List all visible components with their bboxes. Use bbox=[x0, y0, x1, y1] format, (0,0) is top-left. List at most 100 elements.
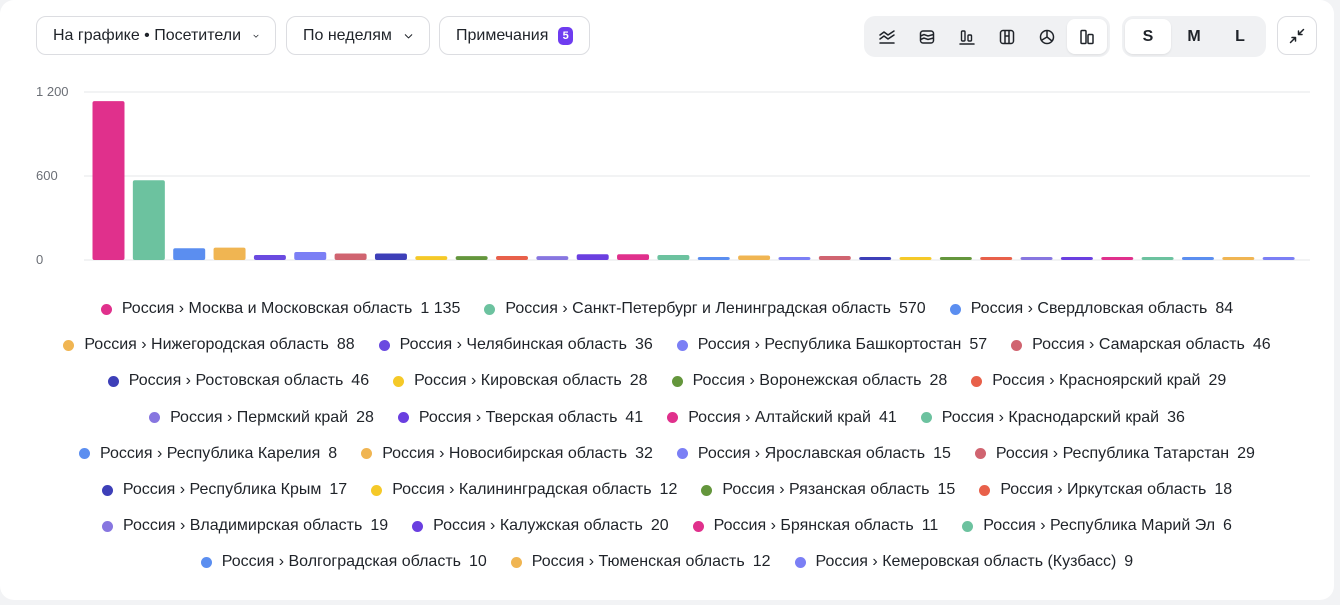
legend-item-value: 57 bbox=[969, 336, 988, 354]
legend-item-label: Россия › Самарская область bbox=[1032, 336, 1245, 354]
legend-item-label: Россия › Кемеровская область (Кузбасс) bbox=[815, 553, 1117, 571]
legend-item[interactable]: Россия › Волгоградская область 10 bbox=[200, 553, 487, 571]
legend-item-label: Россия › Санкт-Петербург и Ленинградская… bbox=[505, 300, 891, 318]
legend-item-value: 570 bbox=[899, 300, 926, 318]
legend-item-label: Россия › Ростовская область bbox=[128, 372, 344, 390]
bar[interactable] bbox=[778, 257, 811, 260]
notes-count-badge: 5 bbox=[558, 26, 573, 45]
legend-item[interactable]: Россия › Москва и Московская область 1 13… bbox=[100, 300, 460, 318]
bar[interactable] bbox=[1101, 257, 1134, 260]
bar[interactable] bbox=[374, 253, 407, 260]
legend-item[interactable]: Россия › Самарская область 46 bbox=[1011, 336, 1271, 354]
bar[interactable] bbox=[899, 257, 932, 260]
legend-item-value: 28 bbox=[629, 372, 648, 390]
bar[interactable] bbox=[415, 256, 448, 260]
bar[interactable] bbox=[697, 257, 730, 260]
bar[interactable] bbox=[253, 254, 286, 260]
legend-item[interactable]: Россия › Тверская область 41 bbox=[397, 409, 643, 427]
bar[interactable] bbox=[173, 248, 206, 260]
legend-item[interactable]: Россия › Кемеровская область (Кузбасс) 9 bbox=[794, 553, 1133, 571]
stacked-chart-icon bbox=[999, 29, 1015, 44]
legend-dot-icon bbox=[979, 484, 991, 496]
legend-item[interactable]: Россия › Республика Башкортостан 57 bbox=[676, 336, 988, 354]
y-tick-label: 1 200 bbox=[36, 84, 69, 99]
bar[interactable] bbox=[738, 255, 771, 260]
legend-item[interactable]: Россия › Ярославская область 15 bbox=[676, 444, 951, 463]
bar[interactable] bbox=[1060, 257, 1093, 260]
bar[interactable] bbox=[294, 252, 327, 260]
bar[interactable] bbox=[980, 257, 1013, 260]
area-chart-button[interactable] bbox=[907, 19, 947, 54]
bar[interactable] bbox=[1262, 257, 1295, 260]
stacked-chart-button[interactable] bbox=[987, 19, 1027, 54]
bar[interactable] bbox=[334, 253, 367, 260]
legend-item[interactable]: Россия › Красноярский край 29 bbox=[971, 372, 1226, 390]
legend-item[interactable]: Россия › Иркутская область 18 bbox=[979, 481, 1232, 499]
collapse-button[interactable] bbox=[1277, 16, 1317, 55]
legend-item[interactable]: Россия › Республика Карелия 8 bbox=[79, 445, 337, 463]
legend-dot-icon bbox=[200, 556, 212, 568]
bar[interactable] bbox=[92, 101, 125, 260]
bar[interactable] bbox=[536, 256, 569, 260]
size-m-button[interactable]: M bbox=[1171, 19, 1217, 54]
legend-item[interactable]: Россия › Республика Татарстан 29 bbox=[974, 444, 1255, 463]
legend-item[interactable]: Россия › Алтайский край 41 bbox=[667, 409, 897, 427]
bar[interactable] bbox=[1222, 257, 1255, 260]
legend-item[interactable]: Россия › Свердловская область 84 bbox=[949, 300, 1233, 318]
legend-item[interactable]: Россия › Калининградская область 12 bbox=[371, 481, 677, 499]
legend-item-value: 6 bbox=[1223, 517, 1232, 535]
legend-item-label: Россия › Брянская область bbox=[713, 517, 914, 535]
bar[interactable] bbox=[576, 254, 609, 260]
legend-item[interactable]: Россия › Владимирская область 19 bbox=[102, 517, 388, 535]
legend-item[interactable]: Россия › Новосибирская область 32 bbox=[361, 445, 653, 463]
size-s-button[interactable]: S bbox=[1125, 19, 1171, 54]
bar[interactable] bbox=[496, 255, 528, 260]
pie-chart-button[interactable] bbox=[1027, 19, 1067, 54]
bar-chart-icon bbox=[959, 29, 975, 45]
legend-item-label: Россия › Республика Татарстан bbox=[995, 444, 1230, 462]
bar[interactable] bbox=[132, 180, 165, 260]
bar[interactable] bbox=[1141, 257, 1174, 260]
legend-item[interactable]: Россия › Челябинская область 36 bbox=[378, 336, 653, 354]
legend-item[interactable]: Россия › Краснодарский край 36 bbox=[920, 408, 1185, 427]
legend-item-label: Россия › Алтайский край bbox=[688, 408, 871, 426]
legend-item[interactable]: Россия › Рязанская область 15 bbox=[701, 481, 955, 499]
legend-item-value: 88 bbox=[336, 336, 355, 354]
bar[interactable] bbox=[617, 254, 650, 260]
column-chart-button[interactable] bbox=[1067, 19, 1107, 54]
notes-button[interactable]: Примечания 5 bbox=[439, 16, 590, 55]
legend-item[interactable]: Россия › Тюменская область 12 bbox=[510, 553, 771, 571]
y-tick-label: 0 bbox=[36, 252, 43, 267]
legend-dot-icon bbox=[676, 339, 688, 351]
legend-item[interactable]: Россия › Республика Крым 17 bbox=[101, 481, 347, 499]
legend-item-label: Россия › Ярославская область bbox=[697, 444, 926, 462]
legend-item[interactable]: Россия › Пермский край 28 bbox=[149, 409, 374, 427]
legend-item[interactable]: Россия › Воронежская область 28 bbox=[671, 372, 948, 390]
legend-item-value: 46 bbox=[351, 372, 370, 390]
legend-item[interactable]: Россия › Республика Марий Эл 6 bbox=[962, 517, 1232, 535]
legend-item[interactable]: Россия › Ростовская область 46 bbox=[107, 372, 370, 390]
bar[interactable] bbox=[1181, 257, 1214, 260]
legend-item[interactable]: Россия › Санкт-Петербург и Ленинградская… bbox=[484, 300, 926, 318]
legend-item[interactable]: Россия › Нижегородская область 88 bbox=[63, 336, 355, 354]
bar[interactable] bbox=[939, 257, 972, 260]
bar[interactable] bbox=[213, 247, 246, 260]
legend-item-value: 28 bbox=[929, 372, 948, 390]
legend-item[interactable]: Россия › Кировская область 28 bbox=[393, 372, 648, 390]
line-chart-button[interactable] bbox=[867, 19, 907, 54]
bar[interactable] bbox=[859, 257, 892, 260]
legend-row: Россия › Москва и Московская область 1 13… bbox=[0, 291, 1334, 327]
bar[interactable] bbox=[1020, 257, 1053, 260]
legend-item-label: Россия › Краснодарский край bbox=[941, 408, 1160, 426]
metric-dropdown[interactable]: На графике • Посетители bbox=[36, 16, 276, 55]
bar[interactable] bbox=[818, 255, 851, 260]
bar-chart-button[interactable] bbox=[947, 19, 987, 54]
bar[interactable] bbox=[455, 256, 488, 260]
legend-item[interactable]: Россия › Калужская область 20 bbox=[412, 517, 669, 535]
legend-item[interactable]: Россия › Брянская область 11 bbox=[692, 517, 938, 535]
chevron-down-icon bbox=[253, 34, 259, 38]
bar[interactable] bbox=[657, 254, 690, 260]
size-l-button[interactable]: L bbox=[1217, 19, 1263, 54]
legend-item-value: 28 bbox=[356, 408, 374, 426]
period-dropdown[interactable]: По неделям bbox=[286, 16, 430, 55]
